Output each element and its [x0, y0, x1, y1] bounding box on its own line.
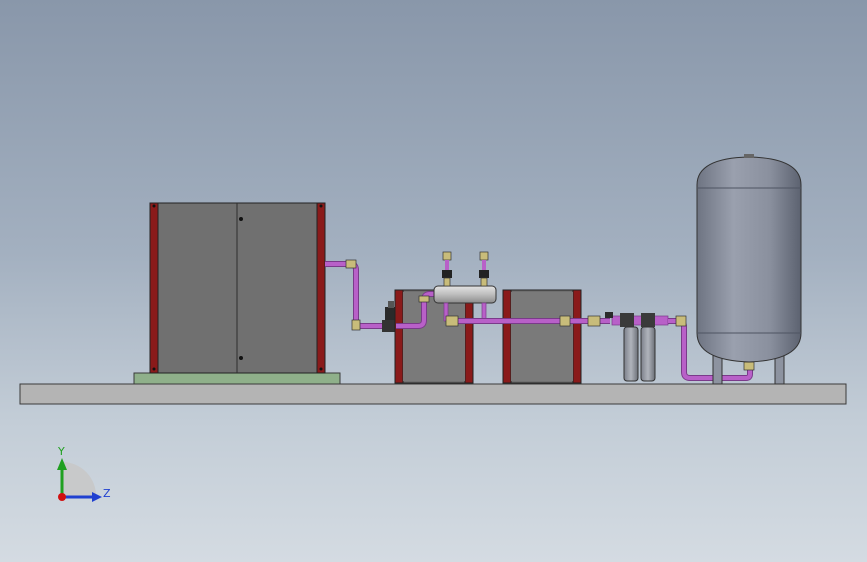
assembly-scene: Y Z — [19, 154, 847, 502]
pipe-compressor-outlet — [325, 259, 388, 331]
dryer-unit-2[interactable] — [502, 289, 582, 384]
coordinate-triad: Y Z — [57, 445, 111, 502]
compressor-pad — [133, 372, 341, 385]
relief-valve-1[interactable] — [442, 251, 452, 287]
base-skid[interactable] — [19, 383, 847, 405]
y-axis-label: Y — [57, 445, 65, 458]
dryer-unit-1[interactable] — [394, 289, 474, 384]
air-receiver-tank[interactable] — [696, 154, 802, 385]
relief-valve-2[interactable] — [479, 251, 489, 287]
cad-viewport[interactable]: Y Z — [0, 0, 867, 562]
z-axis-label: Z — [103, 487, 111, 500]
compressor-unit[interactable] — [149, 202, 326, 374]
filter-assembly[interactable] — [605, 312, 669, 382]
